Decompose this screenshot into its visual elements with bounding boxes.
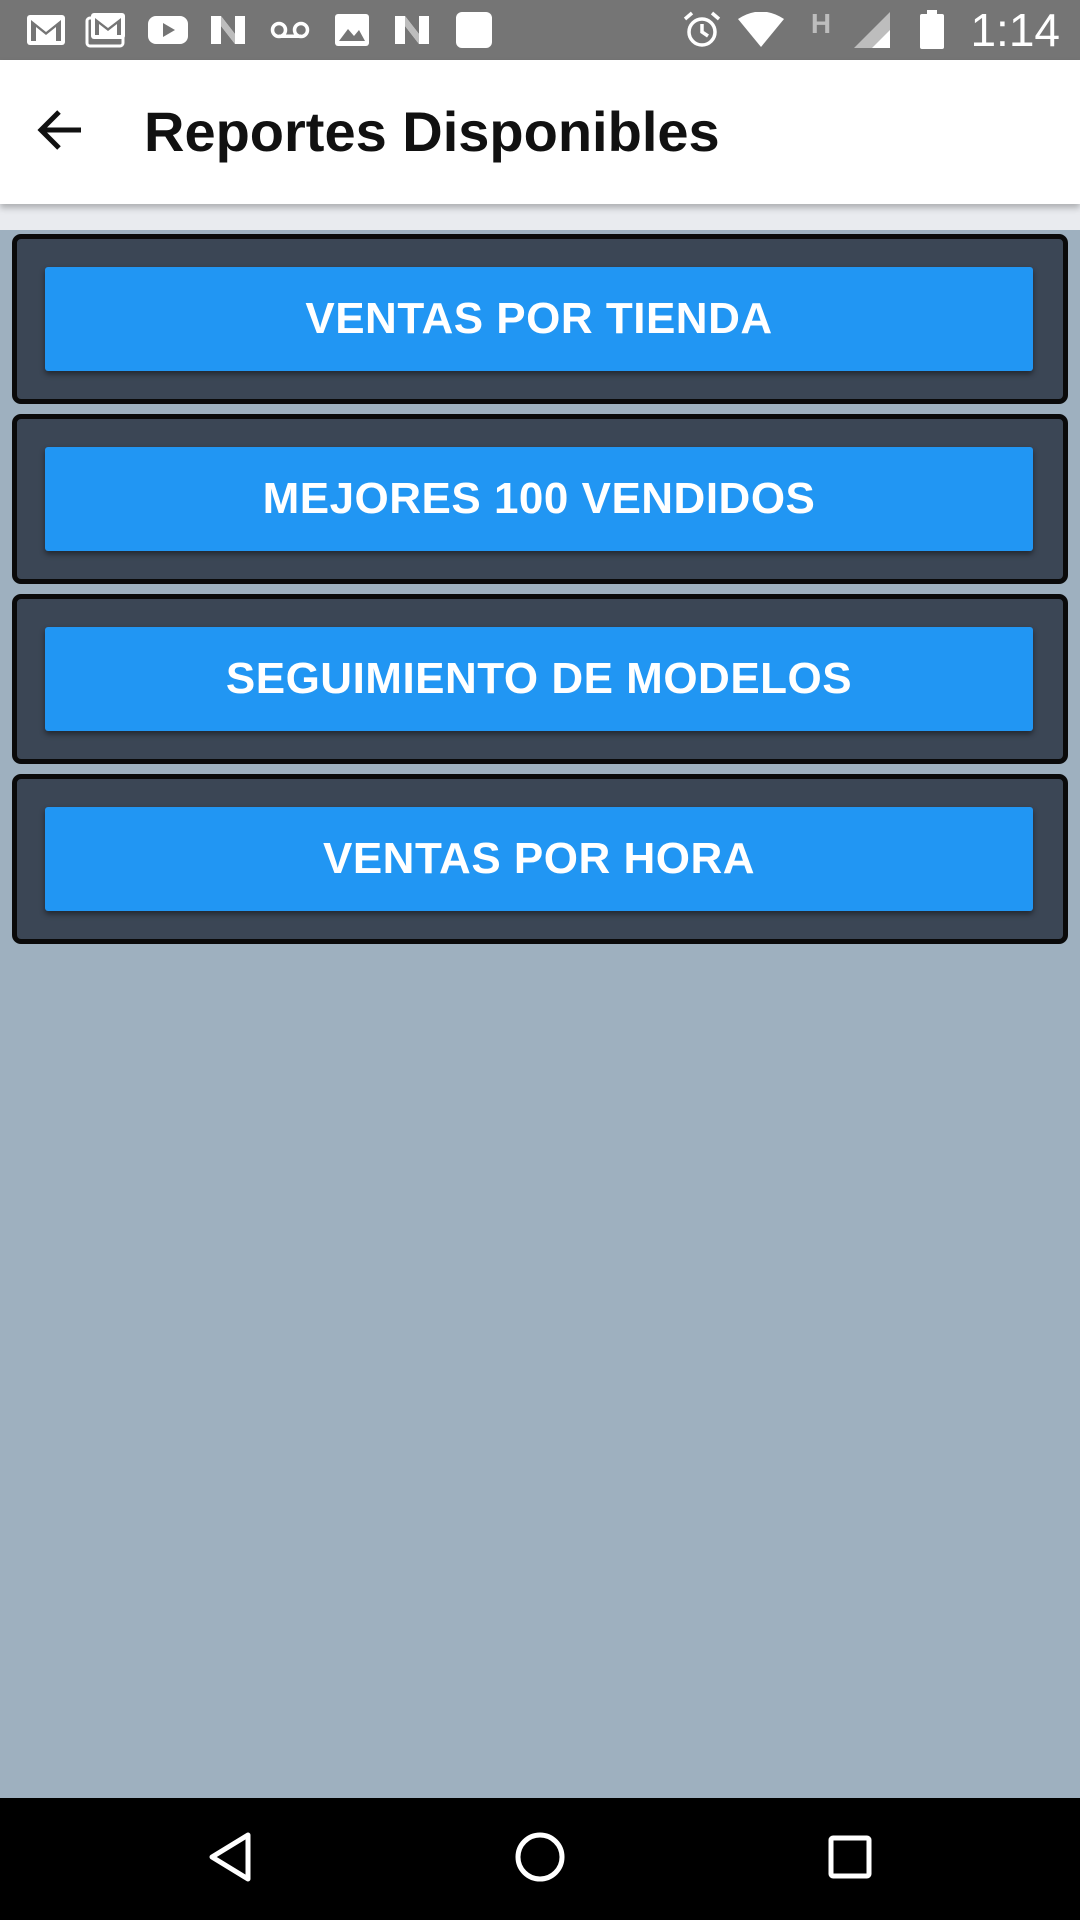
nav-recents-button[interactable] <box>815 1824 885 1894</box>
network-type-label: H <box>810 8 832 39</box>
back-triangle-icon <box>206 1831 254 1888</box>
header-divider <box>0 204 1080 230</box>
square-app-icon <box>452 10 496 50</box>
status-bar: H 1:14 <box>0 0 1080 60</box>
recents-square-icon <box>827 1834 873 1885</box>
report-card: VENTAS POR HORA <box>12 774 1068 944</box>
page-title: Reportes Disponibles <box>144 100 720 163</box>
back-button[interactable] <box>30 102 90 162</box>
nav-back-button[interactable] <box>195 1824 265 1894</box>
report-card: MEJORES 100 VENDIDOS <box>12 414 1068 584</box>
image-icon <box>330 10 374 50</box>
gmail-icon <box>84 10 128 50</box>
status-time: 1:14 <box>970 4 1060 56</box>
seguimiento-de-modelos-button[interactable]: SEGUIMIENTO DE MODELOS <box>45 627 1033 731</box>
home-circle-icon <box>514 1831 566 1888</box>
voicemail-icon <box>268 10 312 50</box>
signal-icon <box>850 10 894 50</box>
navigation-bar <box>0 1798 1080 1920</box>
network-h-icon: H <box>806 4 836 44</box>
alarm-icon <box>680 10 724 50</box>
report-card: SEGUIMIENTO DE MODELOS <box>12 594 1068 764</box>
n-app-icon <box>206 10 250 50</box>
gmail-icon <box>24 10 68 50</box>
app-bar: Reportes Disponibles <box>0 60 1080 204</box>
n-app-icon <box>390 10 434 50</box>
nav-home-button[interactable] <box>505 1824 575 1894</box>
arrow-back-icon <box>37 109 83 156</box>
wifi-icon <box>736 10 786 50</box>
battery-icon <box>912 10 952 50</box>
report-list: VENTAS POR TIENDA MEJORES 100 VENDIDOS S… <box>12 234 1068 954</box>
report-card: VENTAS POR TIENDA <box>12 234 1068 404</box>
ventas-por-hora-button[interactable]: VENTAS POR HORA <box>45 807 1033 911</box>
youtube-icon <box>146 10 190 50</box>
mejores-100-vendidos-button[interactable]: MEJORES 100 VENDIDOS <box>45 447 1033 551</box>
ventas-por-tienda-button[interactable]: VENTAS POR TIENDA <box>45 267 1033 371</box>
